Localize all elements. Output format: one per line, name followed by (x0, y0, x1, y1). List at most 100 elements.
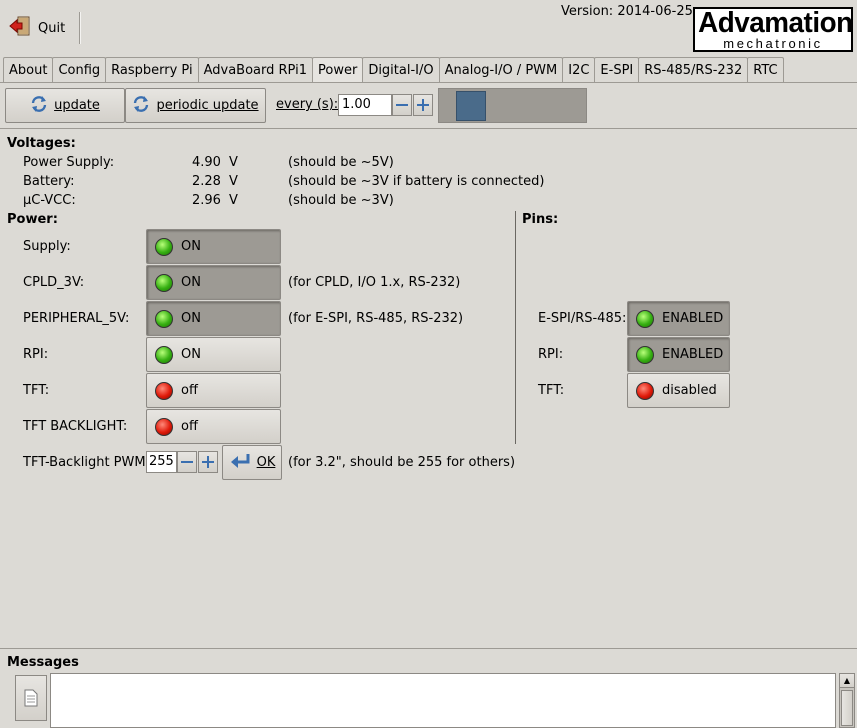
voltage-label: µC-VCC: (23, 193, 76, 208)
power-rpi-toggle[interactable]: ON (146, 337, 281, 372)
pin-espi-toggle[interactable]: ENABLED (627, 301, 730, 336)
update-progress-bar (438, 88, 587, 123)
pin-espi-label: E-SPI/RS-485: (538, 311, 627, 326)
pwm-value-input[interactable]: 255 (146, 451, 177, 473)
power-supply-toggle[interactable]: ON (146, 229, 281, 264)
tab-rtc[interactable]: RTC (747, 57, 784, 82)
led-red-icon (155, 381, 173, 400)
voltage-value: 2.96 (192, 193, 221, 208)
voltage-unit: V (229, 193, 238, 208)
pin-rpi-label: RPI: (538, 347, 564, 362)
enter-icon (229, 452, 251, 474)
power-tft-label: TFT: (23, 383, 50, 398)
power-cpld-label: CPLD_3V: (23, 275, 85, 290)
pin-tft-label: TFT: (538, 383, 565, 398)
power-tft-backlight-label: TFT BACKLIGHT: (23, 419, 128, 434)
refresh-icon (30, 95, 48, 117)
pwm-decrement-button[interactable] (177, 451, 197, 473)
every-label: every (s): (276, 97, 339, 112)
tab-power[interactable]: Power (312, 57, 364, 82)
state-label: ENABLED (662, 311, 724, 326)
quit-button[interactable]: Quit (6, 10, 74, 46)
update-button[interactable]: update (5, 88, 125, 123)
state-label: off (181, 383, 198, 398)
messages-scrollbar[interactable]: ▲ (839, 673, 855, 728)
minus-icon (396, 104, 408, 106)
led-green-icon (155, 273, 173, 292)
tab-about[interactable]: About (3, 57, 54, 82)
every-increment-button[interactable] (413, 94, 433, 116)
state-label: ON (181, 275, 201, 290)
pin-rpi-toggle[interactable]: ENABLED (627, 337, 730, 372)
led-green-icon (636, 345, 654, 364)
state-label: ON (181, 311, 201, 326)
scroll-up-icon[interactable]: ▲ (840, 674, 854, 688)
pwm-ok-button[interactable]: OK (222, 445, 282, 480)
logo-main-text: Advamation (698, 7, 853, 39)
tab-bar: About Config Raspberry Pi AdvaBoard RPi1… (3, 57, 784, 83)
state-label: off (181, 419, 198, 434)
state-label: ON (181, 347, 201, 362)
state-label: ON (181, 239, 201, 254)
state-label: ENABLED (662, 347, 724, 362)
voltage-label: Battery: (23, 174, 75, 189)
update-label: update (54, 98, 100, 113)
periodic-update-button[interactable]: periodic update (125, 88, 266, 123)
power-cpld-note: (for CPLD, I/O 1.x, RS-232) (288, 275, 461, 290)
periodic-update-label: periodic update (156, 98, 259, 113)
pins-separator (515, 211, 516, 444)
pwm-increment-button[interactable] (198, 451, 218, 473)
voltage-value: 4.90 (192, 155, 221, 170)
power-tft-backlight-toggle[interactable]: off (146, 409, 281, 444)
every-seconds-input[interactable]: 1.00 (338, 94, 392, 116)
power-peripheral-toggle[interactable]: ON (146, 301, 281, 336)
ok-label: OK (256, 455, 276, 470)
tab-digital-io[interactable]: Digital-I/O (362, 57, 440, 82)
messages-divider (0, 648, 857, 649)
voltage-note: (should be ~3V if battery is connected) (288, 174, 545, 189)
quit-icon (8, 14, 32, 42)
voltages-title: Voltages: (7, 136, 76, 151)
pin-tft-toggle[interactable]: disabled (627, 373, 730, 408)
tab-i2c[interactable]: I2C (562, 57, 596, 82)
voltage-note: (should be ~3V) (288, 193, 394, 208)
tab-divider (0, 82, 857, 83)
progress-indicator (456, 91, 486, 121)
power-peripheral-label: PERIPHERAL_5V: (23, 311, 130, 326)
quit-label: Quit (38, 20, 66, 36)
led-red-icon (636, 381, 654, 400)
tab-raspberry-pi[interactable]: Raspberry Pi (105, 57, 199, 82)
led-red-icon (155, 417, 173, 436)
power-cpld-toggle[interactable]: ON (146, 265, 281, 300)
led-green-icon (636, 309, 654, 328)
messages-textarea[interactable] (50, 673, 836, 728)
messages-title: Messages (7, 655, 79, 670)
plus-icon (202, 456, 214, 468)
refresh-icon (132, 95, 150, 117)
plus-icon (417, 99, 429, 111)
power-peripheral-note: (for E-SPI, RS-485, RS-232) (288, 311, 464, 326)
led-green-icon (155, 309, 173, 328)
version-label: Version: 2014-06-25 (561, 4, 693, 19)
voltage-label: Power Supply: (23, 155, 115, 170)
scroll-thumb[interactable] (841, 690, 853, 726)
power-tft-toggle[interactable]: off (146, 373, 281, 408)
power-title: Power: (7, 212, 58, 227)
power-supply-label: Supply: (23, 239, 71, 254)
voltage-note: (should be ~5V) (288, 155, 394, 170)
header-separator (79, 12, 81, 44)
tab-rs485-rs232[interactable]: RS-485/RS-232 (638, 57, 749, 82)
pwm-label: TFT-Backlight PWM: (23, 455, 150, 470)
tab-config[interactable]: Config (52, 57, 107, 82)
toolbar-divider (0, 128, 857, 129)
messages-clear-button[interactable] (15, 675, 47, 721)
pwm-note: (for 3.2", should be 255 for others) (288, 455, 516, 470)
led-green-icon (155, 237, 173, 256)
document-icon (24, 689, 38, 707)
every-decrement-button[interactable] (392, 94, 412, 116)
logo: Advamation mechatronic (693, 7, 853, 52)
tab-advaboard-rpi1[interactable]: AdvaBoard RPi1 (197, 57, 313, 82)
tab-analog-io-pwm[interactable]: Analog-I/O / PWM (438, 57, 564, 82)
state-label: disabled (662, 383, 717, 398)
tab-e-spi[interactable]: E-SPI (594, 57, 640, 82)
